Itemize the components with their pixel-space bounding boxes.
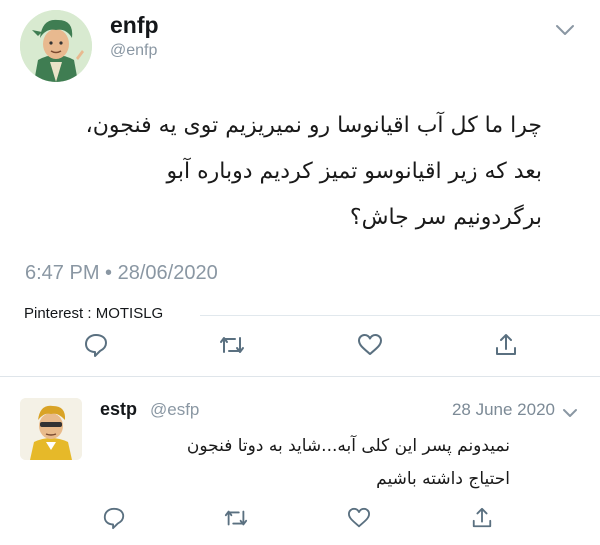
chevron-down-icon[interactable]	[562, 404, 578, 423]
reply-icon[interactable]	[76, 325, 116, 365]
reply-date[interactable]: 28 June 2020	[452, 400, 555, 420]
tweet-actions	[0, 325, 600, 365]
chevron-down-icon[interactable]	[555, 22, 575, 41]
avatar-image	[20, 398, 82, 460]
reply-text-line: احتیاج داشته باشیم	[376, 469, 510, 489]
source-label: Pinterest : MOTISLG	[24, 305, 164, 322]
user-handle[interactable]: @enfp	[110, 42, 157, 60]
reply-icon[interactable]	[94, 498, 134, 538]
tweet-text-line: چرا ما کل آب اقیانوسا رو نمیریزیم توی یه…	[85, 113, 542, 138]
main-tweet: enfp @enfp چرا ما کل آب اقیانوسا رو نمیر…	[0, 0, 600, 375]
avatar-image	[20, 10, 92, 82]
share-icon[interactable]	[486, 325, 526, 365]
avatar[interactable]	[20, 398, 82, 460]
reply-tweet: estp @esfp 28 June 2020 نمیدونم پسر این …	[0, 378, 600, 545]
display-name[interactable]: enfp	[110, 12, 159, 39]
reply-text: نمیدونم پسر این کلی آبه...شاید به دوتا ف…	[187, 430, 510, 496]
reply-text-line: نمیدونم پسر این کلی آبه...شاید به دوتا ف…	[186, 436, 510, 456]
heart-icon[interactable]	[339, 498, 379, 538]
retweet-icon[interactable]	[212, 325, 252, 365]
avatar[interactable]	[20, 10, 92, 82]
divider	[0, 376, 600, 377]
tweet-text-line: بعد که زیر اقیانوسو تمیز کردیم دوباره آب…	[166, 159, 542, 184]
share-icon[interactable]	[462, 498, 502, 538]
display-name[interactable]: estp	[100, 399, 137, 420]
tweet-timestamp[interactable]: 6:47 PM • 28/06/2020	[25, 262, 218, 285]
divider	[200, 315, 600, 316]
heart-icon[interactable]	[350, 325, 390, 365]
reply-actions	[0, 498, 600, 538]
retweet-icon[interactable]	[216, 498, 256, 538]
tweet-text: چرا ما کل آب اقیانوسا رو نمیریزیم توی یه…	[86, 103, 542, 241]
tweet-text-line: برگردونیم سر جاش؟	[349, 205, 542, 230]
user-handle[interactable]: @esfp	[150, 400, 199, 420]
